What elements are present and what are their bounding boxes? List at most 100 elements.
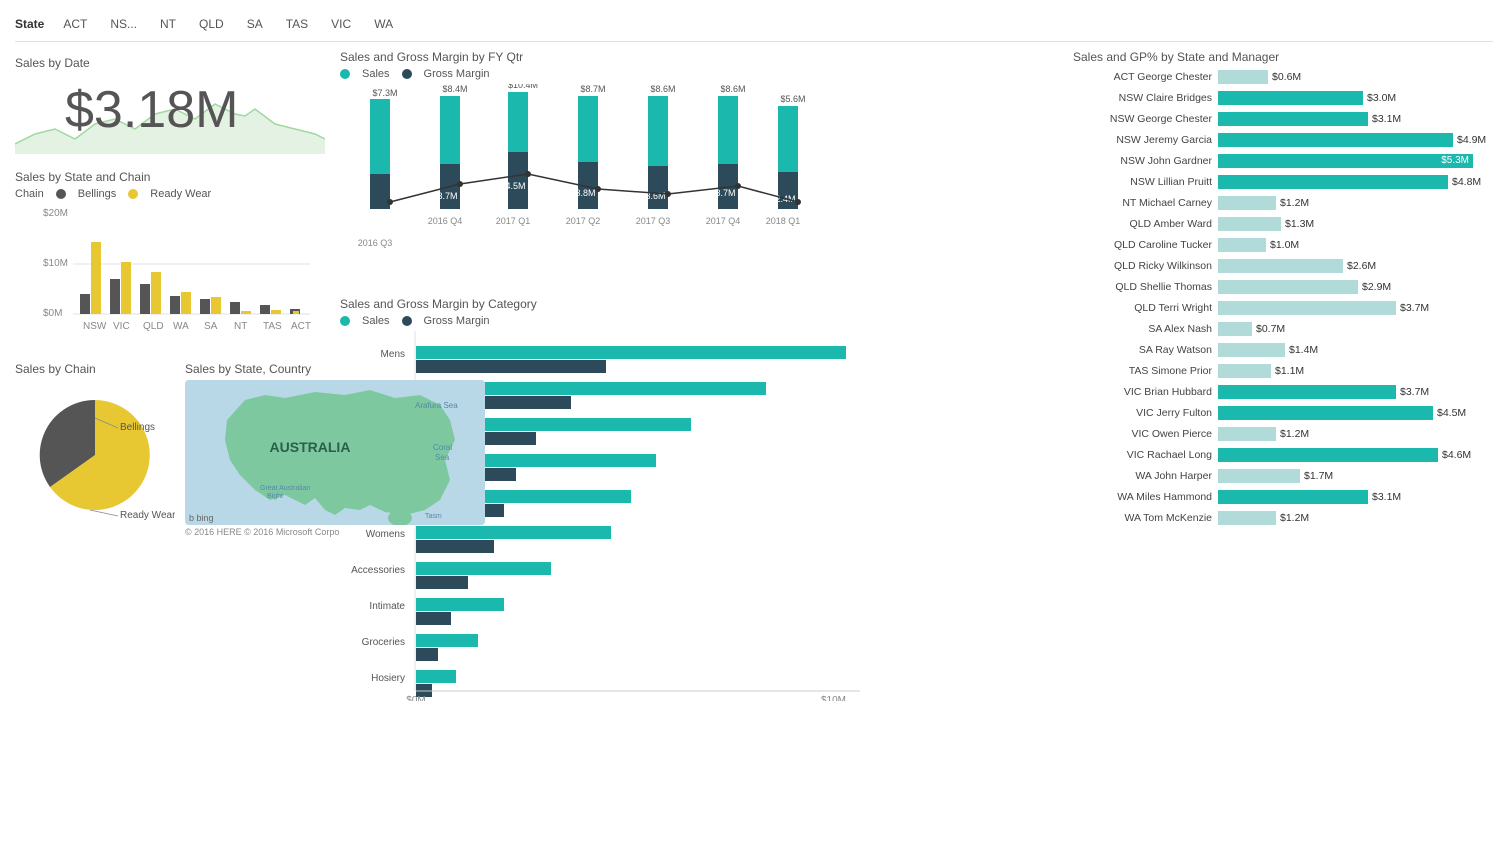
gp-bar-area-wa-tom: $1.2M [1218, 511, 1489, 525]
filter-vic[interactable]: VIC [327, 15, 355, 33]
gp-row-wa-tom: WA Tom McKenzie $1.2M [1073, 509, 1489, 527]
gp-row-sa-ray: SA Ray Watson $1.4M [1073, 341, 1489, 359]
sales-dot [340, 69, 350, 79]
gp-bar-nsw-george [1218, 112, 1368, 126]
fy-chart-title: Sales and Gross Margin by FY Qtr [340, 50, 1058, 64]
dashboard: State ACT NS... NT QLD SA TAS VIC WA Sal… [0, 0, 1508, 848]
gp-label-nsw-lillian: NSW Lillian Pruitt [1073, 176, 1218, 188]
gp-value-qld-amber: $1.3M [1285, 218, 1314, 230]
svg-text:$4.5M: $4.5M [500, 181, 525, 191]
filter-act[interactable]: ACT [59, 15, 91, 33]
gp-label-nt-michael: NT Michael Carney [1073, 197, 1218, 209]
sa-bellings-bar [200, 299, 210, 314]
filter-qld[interactable]: QLD [195, 15, 228, 33]
gp-value-vic-brian: $3.7M [1400, 386, 1429, 398]
bight-label: Great Australian [260, 485, 310, 492]
gp-bar-vic-jerry [1218, 406, 1433, 420]
mens-sales-bar [416, 346, 846, 359]
qld-bellings-bar [140, 284, 150, 314]
gp-bar-area-wa-miles: $3.1M [1218, 490, 1489, 504]
sales-by-state-country-section: Sales by State, Country AUSTRALIA Arafur… [185, 362, 485, 537]
accessories-sales-bar [416, 562, 551, 575]
svg-text:2016 Q3: 2016 Q3 [358, 238, 393, 248]
tasm-label: Tasm [425, 513, 442, 520]
cat-groceries: Groceries [362, 637, 405, 648]
australia-label: AUSTRALIA [270, 439, 351, 455]
gp-bar-area-nsw-john: $5.3M [1218, 154, 1489, 168]
chain-title: Sales by Chain [15, 362, 175, 376]
x-nsw: NSW [83, 321, 107, 332]
y-axis-20m: $20M [43, 208, 68, 219]
gp-value-wa-john: $1.7M [1304, 470, 1333, 482]
chain-legend-label: Chain [15, 188, 44, 200]
sea-label: Sea [435, 453, 450, 462]
gp-value-vic-owen: $1.2M [1280, 428, 1309, 440]
gp-bar-area-qld-terri: $3.7M [1218, 301, 1489, 315]
gp-value-vic-rachael: $4.6M [1442, 449, 1471, 461]
gp-bar-nsw-john: $5.3M [1218, 154, 1473, 168]
state-chain-chart: $20M $10M $0M [15, 204, 315, 349]
gp-label-wa-john: WA John Harper [1073, 470, 1218, 482]
svg-text:2017 Q1: 2017 Q1 [496, 216, 531, 226]
gp-label-tas-simone: TAS Simone Prior [1073, 365, 1218, 377]
bing-logo: b bing [189, 513, 214, 523]
gp-label-vic-jerry: VIC Jerry Fulton [1073, 407, 1218, 419]
cat-womens: Womens [366, 529, 405, 540]
gp-bar-vic-owen [1218, 427, 1276, 441]
svg-text:$5.6M: $5.6M [780, 94, 805, 104]
arafura-label: Arafura Sea [415, 401, 458, 410]
gp-bar-area-vic-rachael: $4.6M [1218, 448, 1489, 462]
bellings-pie-label: Bellings [120, 422, 155, 433]
accessories-margin-bar [416, 576, 468, 589]
bellings-dot [56, 189, 66, 199]
filter-wa[interactable]: WA [370, 15, 397, 33]
gp-value-nsw-claire: $3.0M [1367, 92, 1396, 104]
tas-bellings-bar [260, 305, 270, 314]
nt-readywear-bar [241, 311, 251, 314]
gp-bar-tas-simone [1218, 364, 1271, 378]
readywear-dot [128, 189, 138, 199]
womens-sales-bar [416, 526, 611, 539]
gp-value-qld-ricky: $2.6M [1347, 260, 1376, 272]
intimate-margin-bar [416, 612, 451, 625]
nt-bellings-bar [230, 302, 240, 314]
filter-sa[interactable]: SA [243, 15, 267, 33]
svg-text:$7.3M: $7.3M [372, 88, 397, 98]
svg-text:$8.6M: $8.6M [720, 84, 745, 94]
gp-value-qld-caroline: $1.0M [1270, 239, 1299, 251]
fy-chart-section: Sales and Gross Margin by FY Qtr Sales G… [340, 50, 1058, 287]
x-0m: $0M [406, 695, 425, 701]
gp-label-nsw-george: NSW George Chester [1073, 113, 1218, 125]
svg-text:$8.4M: $8.4M [442, 84, 467, 94]
gp-row-wa-miles: WA Miles Hammond $3.1M [1073, 488, 1489, 506]
sa-readywear-bar [211, 297, 221, 314]
gp-row-nt-michael: NT Michael Carney $1.2M [1073, 194, 1489, 212]
margin-dot [402, 69, 412, 79]
gp-row-tas-simone: TAS Simone Prior $1.1M [1073, 362, 1489, 380]
bellings-label: Bellings [78, 188, 117, 200]
gp-bar-area-wa-john: $1.7M [1218, 469, 1489, 483]
gp-row-vic-rachael: VIC Rachael Long $4.6M [1073, 446, 1489, 464]
x-10m: $10M [821, 695, 846, 701]
vic-bellings-bar [110, 279, 120, 314]
x-sa: SA [204, 321, 218, 332]
gp-bar-area-sa-alex: $0.7M [1218, 322, 1489, 336]
bottom-left-row: Sales by Chain Bellings Ready Wear [15, 362, 325, 537]
gp-value-vic-jerry: $4.5M [1437, 407, 1466, 419]
state-chain-title: Sales by State and Chain [15, 170, 325, 184]
gp-label-wa-tom: WA Tom McKenzie [1073, 512, 1218, 524]
gp-label-nsw-jeremy: NSW Jeremy Garcia [1073, 134, 1218, 146]
tas-readywear-bar [271, 310, 281, 314]
x-act: ACT [291, 321, 311, 332]
gp-bar-qld-terri [1218, 301, 1396, 315]
gp-row-qld-ricky: QLD Ricky Wilkinson $2.6M [1073, 257, 1489, 275]
gp-row-nsw-claire: NSW Claire Bridges $3.0M [1073, 89, 1489, 107]
sales-state-chain-section: Sales by State and Chain Chain Bellings … [15, 170, 325, 352]
cat-intimate: Intimate [369, 601, 405, 612]
filter-tas[interactable]: TAS [282, 15, 312, 33]
state-filter-label: State [15, 17, 44, 31]
filter-nt[interactable]: NT [156, 15, 180, 33]
cat-sales-dot [340, 316, 350, 326]
filter-ns[interactable]: NS... [106, 15, 141, 33]
gp-bar-qld-caroline [1218, 238, 1266, 252]
